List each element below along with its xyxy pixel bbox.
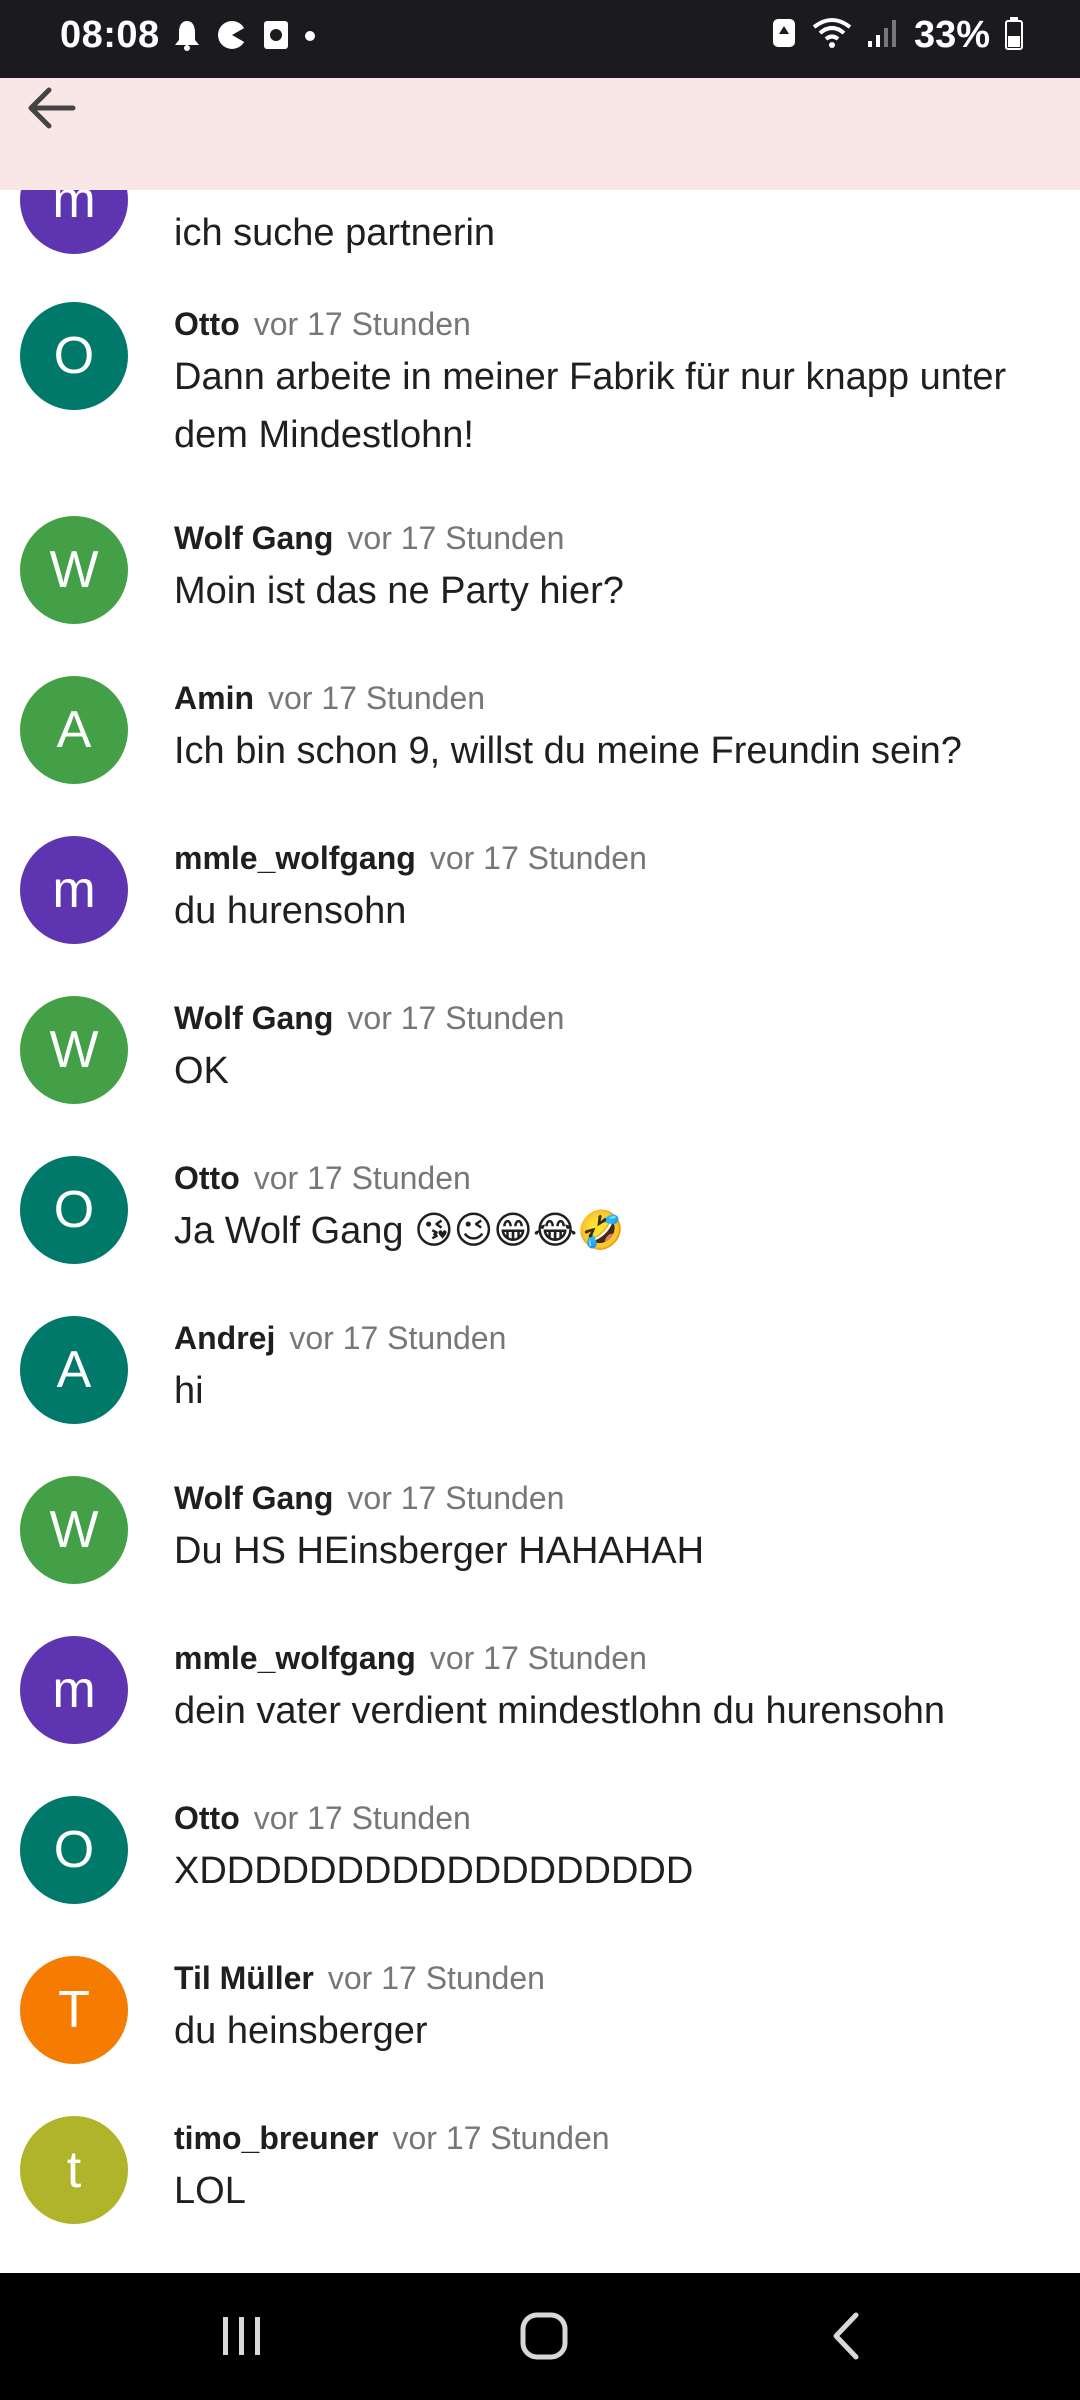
message-text: du heinsberger [174,2010,428,2052]
nav-back-button[interactable] [796,2303,896,2373]
signal-icon [866,17,900,54]
avatar: m [20,1636,128,1744]
message-author: mmle_wolfgang [174,840,416,876]
message-author: Wolf Gang [174,520,334,556]
message-author: Amin [174,680,254,716]
app-bar [0,78,1080,190]
message-time: vor 17 Stunden [347,520,565,556]
message-item: t timo_breuner vor 17 Stunden LOL [0,2116,1080,2273]
status-bar: 08:08 33% [0,0,1080,78]
message-meta: mmle_wolfgang vor 17 Stunden [174,840,647,877]
avatar: t [20,2116,128,2224]
message-item: m mmle_wolfgang vor 17 Stunden dein vater… [0,1636,1080,1796]
back-icon [826,2311,866,2366]
message-text: Ich bin schon 9, willst du meine Freundi… [174,730,962,772]
status-right: 33% [770,14,1024,57]
status-time: 08:08 [60,14,160,56]
message-time: vor 17 Stunden [429,840,647,876]
message-time: vor 17 Stunden [253,1160,471,1196]
message-item: O Otto vor 17 Stunden Ja Wolf Gang 😘😉😁😂🤣 [0,1156,1080,1316]
message-author: Andrej [174,1320,276,1356]
message-time: vor 17 Stunden [289,1320,507,1356]
message-item: O Otto vor 17 Stunden Dann arbeite in mei… [0,302,1080,512]
message-text: Dann arbeite in meiner Fabrik für nur kn… [174,356,1007,456]
home-button[interactable] [494,2303,594,2373]
message-list[interactable]: m ich suche partnerin O Otto vor 17 Stund… [0,190,1080,2273]
message-meta: Andrej vor 17 Stunden [174,1320,506,1357]
message-time: vor 17 Stunden [347,1000,565,1036]
avatar: W [20,516,128,624]
message-text: OK [174,1050,229,1092]
message-time: vor 17 Stunden [253,306,471,342]
screenshot-icon [262,19,290,56]
message-text: dein vater verdient mindestlohn du huren… [174,1690,946,1732]
recycle-icon [770,16,798,55]
message-author: Otto [174,1800,240,1836]
message-time: vor 17 Stunden [327,1960,545,1996]
message-meta: timo_breuner vor 17 Stunden [174,2120,610,2157]
app-icon [216,19,248,56]
avatar: O [20,302,128,410]
message-author: Wolf Gang [174,1000,334,1036]
arrow-back-icon [27,86,77,135]
home-icon [518,2310,570,2367]
status-left-icons [172,18,316,57]
avatar: W [20,1476,128,1584]
message-item: W Wolf Gang vor 17 Stunden OK [0,996,1080,1156]
battery-percent: 33% [913,14,990,56]
notification-icon [172,18,202,57]
message-author: Otto [174,306,240,342]
back-button[interactable] [20,78,84,142]
message-meta: Wolf Gang vor 17 Stunden [174,1480,564,1517]
recents-button[interactable] [192,2303,292,2373]
message-text: Ja Wolf Gang 😘😉😁😂🤣 [174,1210,625,1252]
message-text: du hurensohn [174,890,407,932]
message-item: m mmle_wolfgang vor 17 Stunden du hurenso… [0,836,1080,996]
navigation-bar [0,2273,1080,2400]
avatar: A [20,1316,128,1424]
avatar: W [20,996,128,1104]
message-item: W Wolf Gang vor 17 Stunden Du HS HEinsber… [0,1476,1080,1636]
message-time: vor 17 Stunden [268,680,486,716]
message-meta: Wolf Gang vor 17 Stunden [174,1000,564,1037]
message-text: Moin ist das ne Party hier? [174,570,624,612]
battery-icon [1004,16,1024,55]
avatar: T [20,1956,128,2064]
message-author: Wolf Gang [174,1480,334,1516]
avatar: O [20,1796,128,1904]
wifi-icon [812,17,852,54]
message-meta: mmle_wolfgang vor 17 Stunden [174,1640,647,1677]
message-meta: Wolf Gang vor 17 Stunden [174,520,564,557]
message-text: ich suche partnerin [174,212,496,254]
message-meta: Til Müller vor 17 Stunden [174,1960,545,1997]
avatar: m [20,836,128,944]
message-meta: Otto vor 17 Stunden [174,306,471,343]
message-text: LOL [174,2170,246,2212]
message-meta: Amin vor 17 Stunden [174,680,485,717]
recents-icon [219,2313,265,2364]
message-author: timo_breuner [174,2120,379,2156]
message-author: Til Müller [174,1960,314,1996]
message-time: vor 17 Stunden [347,1480,565,1516]
avatar: A [20,676,128,784]
message-text: hi [174,1370,204,1412]
dot-icon [304,29,316,47]
message-item: A Amin vor 17 Stunden Ich bin schon 9, wi… [0,676,1080,836]
message-text: Du HS HEinsberger HAHAHAH [174,1530,705,1572]
message-author: mmle_wolfgang [174,1640,416,1676]
message-meta: Otto vor 17 Stunden [174,1160,471,1197]
message-meta: Otto vor 17 Stunden [174,1800,471,1837]
message-time: vor 17 Stunden [392,2120,610,2156]
message-text: XDDDDDDDDDDDDDDDDDD [174,1850,694,1892]
message-time: vor 17 Stunden [429,1640,647,1676]
message-item: T Til Müller vor 17 Stunden du heinsberge… [0,1956,1080,2116]
avatar: O [20,1156,128,1264]
avatar: m [20,190,128,254]
message-item: m ich suche partnerin [0,190,1080,300]
message-time: vor 17 Stunden [253,1800,471,1836]
message-item: A Andrej vor 17 Stunden hi [0,1316,1080,1476]
message-item: W Wolf Gang vor 17 Stunden Moin ist das n… [0,516,1080,676]
message-author: Otto [174,1160,240,1196]
message-item: O Otto vor 17 Stunden XDDDDDDDDDDDDDDDDDD [0,1796,1080,1956]
